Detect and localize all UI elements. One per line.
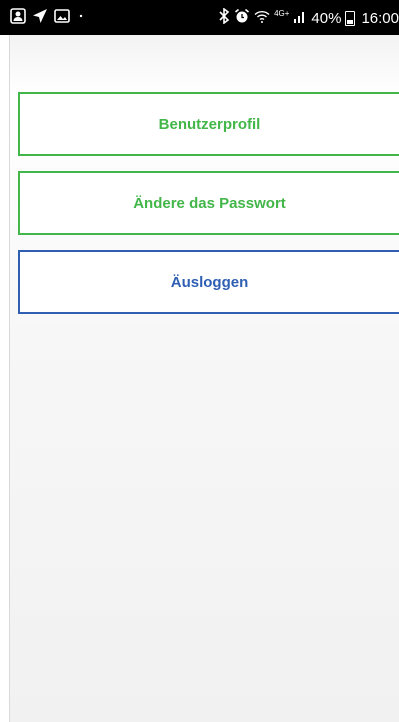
logout-label: Äusloggen (170, 273, 249, 291)
wifi-icon (254, 8, 270, 29)
alarm-icon (234, 8, 250, 29)
navigation-icon (32, 8, 48, 29)
user-profile-label: Benutzerprofil (158, 115, 261, 133)
left-edge-panel (0, 35, 10, 722)
status-right: 4G+ 40% 16:00 (218, 7, 399, 29)
status-left (10, 8, 86, 29)
change-password-button[interactable]: Ändere das Passwort (18, 171, 399, 235)
clock-time: 16:00 (361, 9, 399, 27)
user-profile-button[interactable]: Benutzerprofil (18, 92, 399, 156)
gallery-icon (54, 8, 70, 29)
logout-button[interactable]: Äusloggen (18, 250, 399, 314)
signal-icon (293, 8, 307, 29)
battery-percent: 40% (311, 9, 342, 27)
status-bar: 4G+ 40% 16:00 (0, 0, 399, 35)
network-type: 4G+ (274, 9, 290, 18)
profile-icon (10, 8, 26, 29)
battery-icon (345, 11, 356, 26)
bluetooth-icon (218, 7, 230, 29)
dot-icon (76, 8, 86, 29)
change-password-label: Ändere das Passwort (133, 194, 286, 212)
